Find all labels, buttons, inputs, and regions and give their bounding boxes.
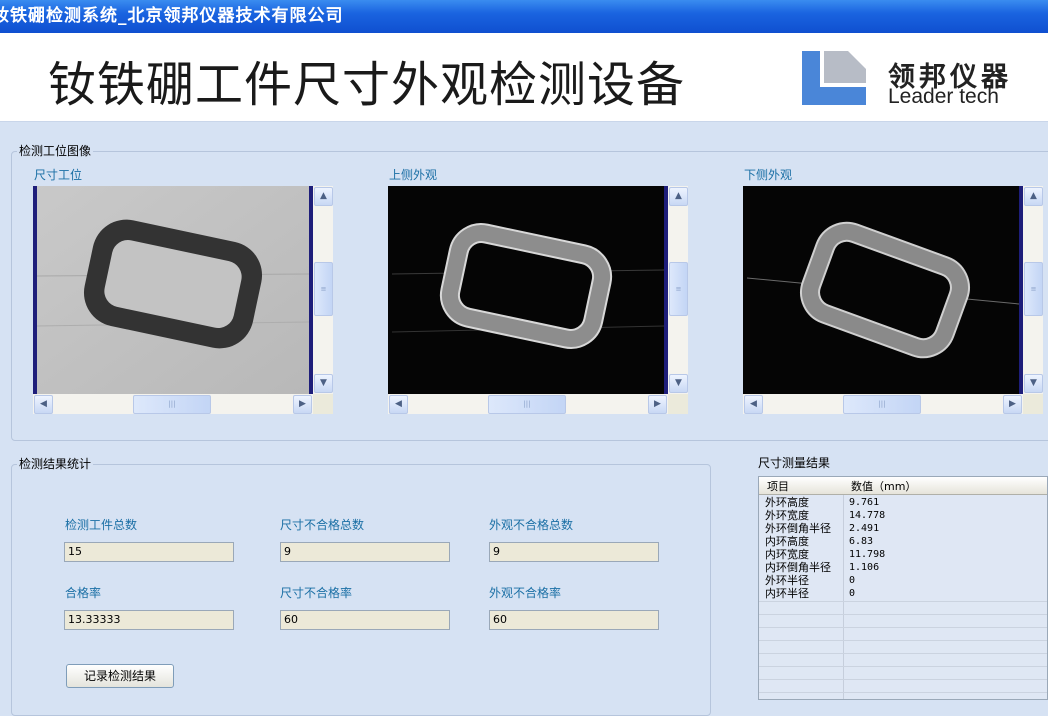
- results-table-header: 项目 数值（mm）: [759, 477, 1047, 495]
- scroll-up-icon[interactable]: ▲: [669, 187, 688, 206]
- row-value: 6.83: [849, 536, 874, 547]
- scroll-right-icon[interactable]: ▶: [293, 395, 312, 414]
- row-item: 内环半径: [765, 587, 809, 600]
- results-title: 尺寸测量结果: [758, 456, 831, 470]
- vertical-scrollbar[interactable]: ▲ ≡ ▼: [313, 186, 333, 394]
- row-item: 外环宽度: [765, 509, 809, 522]
- row-value: 9.761: [849, 497, 880, 508]
- appearance-fail-count-field[interactable]: 9: [489, 542, 659, 562]
- table-row[interactable]: 外环倒角半径 2.491: [759, 522, 1047, 535]
- scroll-up-icon[interactable]: ▲: [314, 187, 333, 206]
- scroll-down-icon[interactable]: ▼: [314, 374, 333, 393]
- results-table[interactable]: 项目 数值（mm） 外环高度 9.761 外环宽度 14.778 外环倒角半径 …: [758, 476, 1048, 700]
- table-row[interactable]: 内环倒角半径 1.106: [759, 561, 1047, 574]
- scroll-up-icon[interactable]: ▲: [1024, 187, 1043, 206]
- column-header-value[interactable]: 数值（mm）: [851, 478, 916, 494]
- scroll-thumb[interactable]: ≡: [314, 262, 333, 316]
- appearance-fail-rate-field[interactable]: 60: [489, 610, 659, 630]
- row-item: 内环倒角半径: [765, 561, 831, 574]
- header-banner: 钕铁硼工件尺寸外观检测设备 领邦仪器 Leader tech: [0, 33, 1048, 122]
- pass-rate-label: 合格率: [65, 586, 102, 600]
- row-item: 外环倒角半径: [765, 522, 831, 535]
- scroll-thumb[interactable]: |||: [133, 395, 211, 414]
- banner-title: 钕铁硼工件尺寸外观检测设备: [48, 57, 686, 113]
- horizontal-scrollbar[interactable]: ◀ ||| ▶: [33, 394, 313, 414]
- table-row[interactable]: 外环高度 9.761: [759, 496, 1047, 509]
- camera-viewer-size[interactable]: ▲ ≡ ▼ ◀ ||| ▶: [33, 186, 333, 414]
- window-titlebar: 钕铁硼检测系统_北京领邦仪器技术有限公司: [0, 0, 1048, 33]
- scroll-left-icon[interactable]: ◀: [389, 395, 408, 414]
- row-value: 0: [849, 575, 856, 586]
- column-header-item[interactable]: 项目: [767, 478, 789, 494]
- window-title: 钕铁硼检测系统_北京领邦仪器技术有限公司: [0, 6, 344, 26]
- company-logo-icon: [802, 51, 866, 105]
- scroll-corner: [1023, 394, 1043, 414]
- pass-rate-field[interactable]: 13.33333: [64, 610, 234, 630]
- row-value: 2.491: [849, 523, 880, 534]
- table-row[interactable]: 内环半径 0: [759, 587, 1047, 600]
- stats-group-legend: 检测结果统计: [17, 455, 94, 472]
- record-results-button[interactable]: 记录检测结果: [66, 664, 174, 688]
- logo-english-text: Leader tech: [888, 85, 999, 108]
- camera-label-top: 上侧外观: [389, 168, 438, 182]
- scroll-corner: [668, 394, 688, 414]
- camera-label-bottom: 下侧外观: [744, 168, 793, 182]
- scroll-thumb[interactable]: |||: [488, 395, 566, 414]
- camera-viewer-bottom[interactable]: ▲ ≡ ▼ ◀ ||| ▶: [743, 186, 1043, 414]
- table-row[interactable]: 内环高度 6.83: [759, 535, 1047, 548]
- camera-image-size: [33, 186, 313, 394]
- camera-viewer-top[interactable]: ▲ ≡ ▼ ◀ ||| ▶: [388, 186, 688, 414]
- camera-label-size: 尺寸工位: [34, 168, 83, 182]
- scroll-right-icon[interactable]: ▶: [1003, 395, 1022, 414]
- table-row[interactable]: 外环宽度 14.778: [759, 509, 1047, 522]
- size-fail-rate-label: 尺寸不合格率: [280, 586, 353, 600]
- size-fail-rate-field[interactable]: 60: [280, 610, 450, 630]
- scroll-thumb[interactable]: |||: [843, 395, 921, 414]
- vertical-scrollbar[interactable]: ▲ ≡ ▼: [668, 186, 688, 394]
- scroll-thumb[interactable]: ≡: [1024, 262, 1043, 316]
- row-item: 外环半径: [765, 574, 809, 587]
- table-row[interactable]: 外环半径 0: [759, 574, 1047, 587]
- appearance-fail-rate-label: 外观不合格率: [489, 586, 562, 600]
- row-value: 0: [849, 588, 856, 599]
- size-fail-count-field[interactable]: 9: [280, 542, 450, 562]
- camera-image-top: [388, 186, 668, 394]
- vertical-scrollbar[interactable]: ▲ ≡ ▼: [1023, 186, 1043, 394]
- horizontal-scrollbar[interactable]: ◀ ||| ▶: [743, 394, 1023, 414]
- row-value: 14.778: [849, 510, 886, 521]
- table-row[interactable]: 内环宽度 11.798: [759, 548, 1047, 561]
- scroll-right-icon[interactable]: ▶: [648, 395, 667, 414]
- row-item: 内环高度: [765, 535, 809, 548]
- camera-image-bottom: [743, 186, 1023, 394]
- total-count-field[interactable]: 15: [64, 542, 234, 562]
- horizontal-scrollbar[interactable]: ◀ ||| ▶: [388, 394, 668, 414]
- total-count-label: 检测工件总数: [65, 518, 138, 532]
- appearance-fail-count-label: 外观不合格总数: [489, 518, 574, 532]
- row-value: 1.106: [849, 562, 880, 573]
- scroll-thumb[interactable]: ≡: [669, 262, 688, 316]
- row-item: 外环高度: [765, 496, 809, 509]
- scroll-down-icon[interactable]: ▼: [669, 374, 688, 393]
- camera-group-legend: 检测工位图像: [17, 142, 94, 159]
- scroll-corner: [313, 394, 333, 414]
- row-value: 11.798: [849, 549, 886, 560]
- scroll-down-icon[interactable]: ▼: [1024, 374, 1043, 393]
- size-fail-count-label: 尺寸不合格总数: [280, 518, 365, 532]
- scroll-left-icon[interactable]: ◀: [744, 395, 763, 414]
- scroll-left-icon[interactable]: ◀: [34, 395, 53, 414]
- row-item: 内环宽度: [765, 548, 809, 561]
